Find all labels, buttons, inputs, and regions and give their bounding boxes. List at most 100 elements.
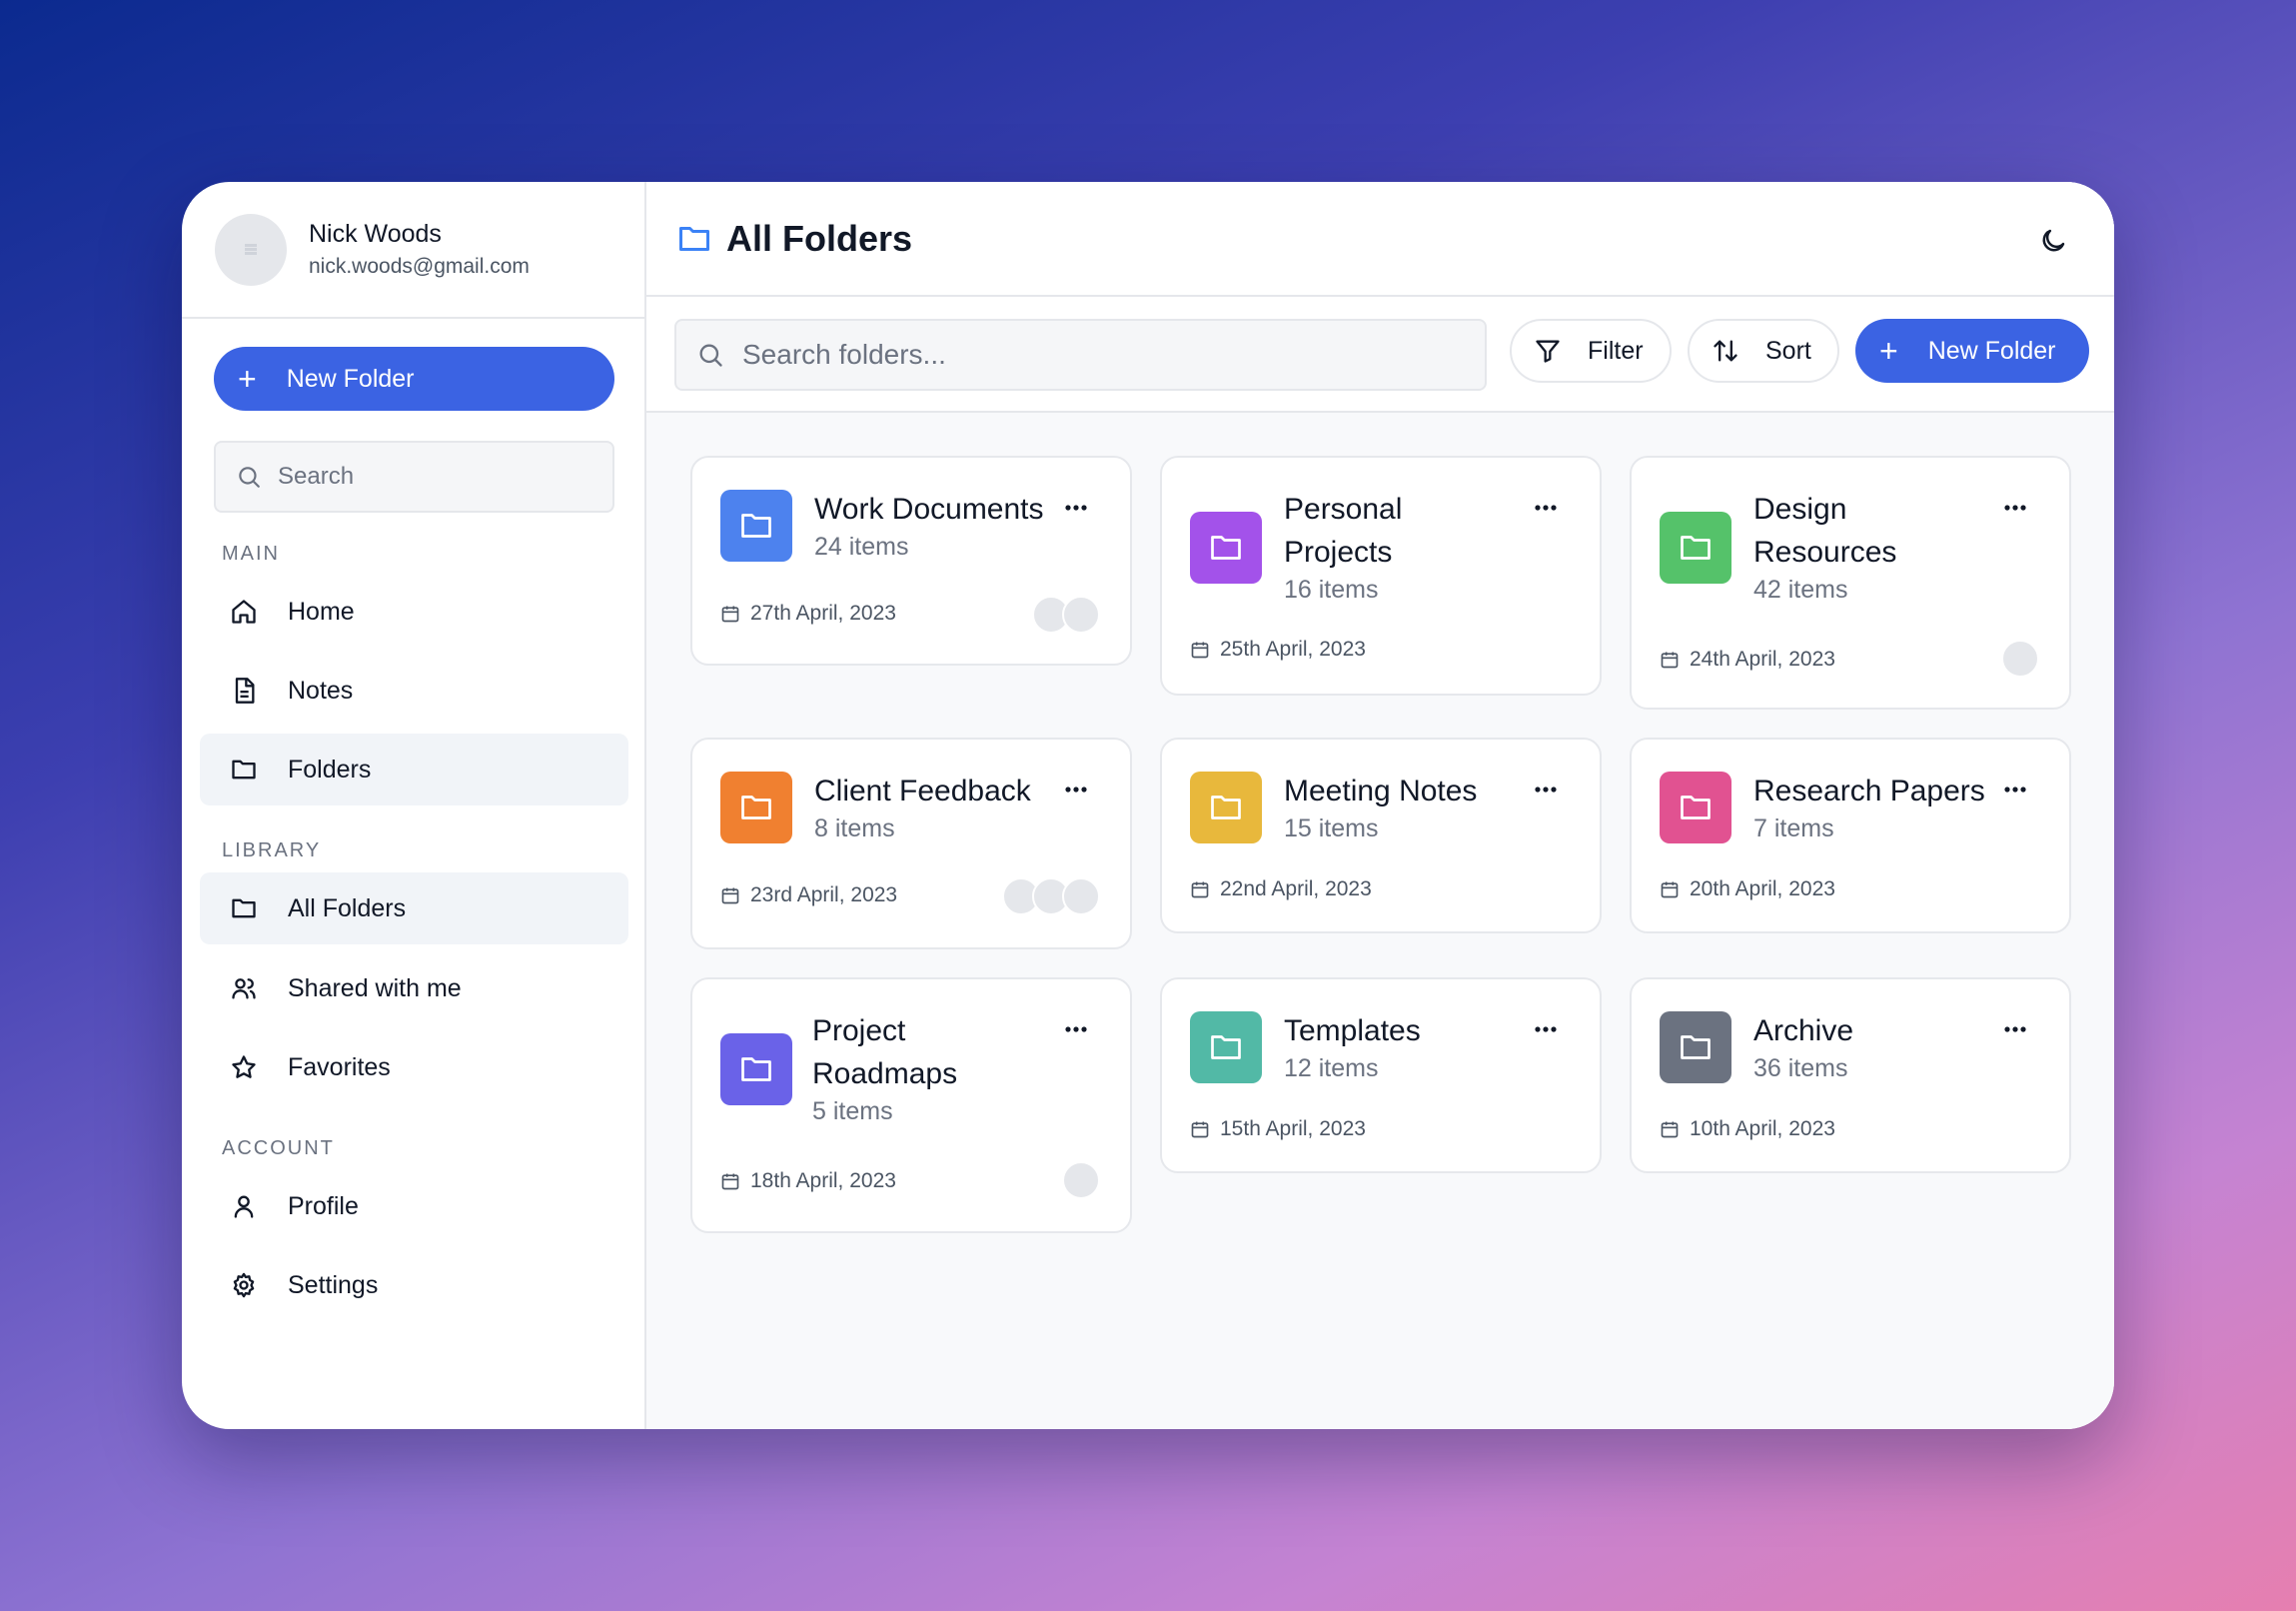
folder-card[interactable]: Templates 12 items 15th April, 2023 xyxy=(1160,977,1602,1173)
sort-button[interactable]: Sort xyxy=(1688,319,1839,383)
folder-card[interactable]: Project Roadmaps 5 items 18th April, 202… xyxy=(690,977,1132,1233)
shared-avatars xyxy=(2001,640,2039,678)
folder-name: Personal Projects xyxy=(1284,493,1403,569)
folder-date-text: 15th April, 2023 xyxy=(1220,1117,1366,1140)
more-options-icon[interactable] xyxy=(2003,504,2027,512)
main-content: All Folders Search folders... Filter Sor… xyxy=(646,182,2114,1429)
folder-date-text: 22nd April, 2023 xyxy=(1220,877,1372,900)
filter-label: Filter xyxy=(1588,336,1644,365)
folder-card[interactable]: Meeting Notes 15 items 22nd April, 2023 xyxy=(1160,738,1602,933)
folder-count: 15 items xyxy=(1284,814,1379,842)
new-folder-label: New Folder xyxy=(1927,336,2056,365)
folder-card[interactable]: Research Papers 7 items 20th April, 2023 xyxy=(1630,738,2071,933)
more-options-icon[interactable] xyxy=(1534,786,1558,794)
page-header: All Folders xyxy=(646,182,2114,297)
sidebar-item-label: Settings xyxy=(288,1270,379,1299)
avatar[interactable] xyxy=(215,213,287,286)
folder-date: 24th April, 2023 xyxy=(1660,648,1835,672)
calendar-icon xyxy=(1661,1121,1679,1138)
sidebar-new-folder-label: New Folder xyxy=(286,364,415,393)
avatar xyxy=(1062,596,1100,634)
folder-icon xyxy=(232,898,256,918)
sidebar-search-input[interactable]: Search xyxy=(214,441,614,513)
sidebar-item-label: Profile xyxy=(288,1191,359,1220)
calendar-icon xyxy=(721,606,739,623)
folder-date-text: 18th April, 2023 xyxy=(750,1169,896,1192)
folder-count: 8 items xyxy=(814,814,895,842)
folder-count: 7 items xyxy=(1753,814,1834,842)
filter-icon xyxy=(1536,340,1560,363)
sidebar-item-profile[interactable]: Profile xyxy=(200,1170,628,1242)
sidebar-item-label: Folders xyxy=(288,755,372,784)
avatar xyxy=(1062,1161,1100,1199)
page-title: All Folders xyxy=(726,217,913,259)
sidebar-item-settings[interactable]: Settings xyxy=(200,1249,628,1321)
user-profile[interactable]: Nick Woods nick.woods@gmail.com xyxy=(182,182,644,319)
shared-avatars xyxy=(1032,596,1100,634)
sidebar-item-all-folders[interactable]: All Folders xyxy=(200,872,628,944)
folder-icon xyxy=(1660,772,1731,843)
folder-card[interactable]: Personal Projects 16 items 25th April, 2… xyxy=(1160,456,1602,696)
shared-avatars xyxy=(1062,1161,1100,1199)
sidebar-item-shared[interactable]: Shared with me xyxy=(200,952,628,1024)
calendar-icon xyxy=(1191,1121,1209,1138)
folder-date: 25th April, 2023 xyxy=(1190,638,1366,662)
shared-avatars xyxy=(1002,877,1100,915)
sidebar: Nick Woods nick.woods@gmail.com + New Fo… xyxy=(182,182,646,1429)
calendar-icon xyxy=(721,1173,739,1190)
more-options-icon[interactable] xyxy=(1534,504,1558,512)
section-label-main: MAIN xyxy=(222,543,280,565)
folder-card[interactable]: Archive 36 items 10th April, 2023 xyxy=(1630,977,2071,1173)
folder-card[interactable]: Client Feedback 8 items 23rd April, 2023 xyxy=(690,738,1132,949)
folder-search-input[interactable]: Search folders... xyxy=(674,319,1487,391)
users-icon xyxy=(232,978,256,999)
moon-icon[interactable] xyxy=(2038,226,2068,256)
folder-icon xyxy=(1190,512,1262,584)
folder-card[interactable]: Design Resources 42 items 24th April, 20… xyxy=(1630,456,2071,710)
sidebar-item-home[interactable]: Home xyxy=(200,576,628,648)
star-icon xyxy=(232,1055,256,1078)
more-options-icon[interactable] xyxy=(2003,786,2027,794)
folder-date: 10th April, 2023 xyxy=(1660,1117,1835,1141)
sidebar-item-label: Home xyxy=(288,597,355,626)
more-options-icon[interactable] xyxy=(2003,1025,2027,1033)
toolbar: Search folders... Filter Sort + New Fold… xyxy=(646,297,2114,413)
sidebar-item-folders[interactable]: Folders xyxy=(200,734,628,806)
calendar-icon xyxy=(1191,642,1209,659)
folder-card[interactable]: Work Documents 24 items 27th April, 2023 xyxy=(690,456,1132,666)
folder-name: Work Documents xyxy=(814,493,1044,526)
app-window: Nick Woods nick.woods@gmail.com + New Fo… xyxy=(182,182,2114,1429)
folder-icon xyxy=(679,226,709,251)
sidebar-item-notes[interactable]: Notes xyxy=(200,655,628,727)
calendar-icon xyxy=(1661,652,1679,669)
plus-icon: + xyxy=(1879,333,1898,369)
new-folder-button[interactable]: + New Folder xyxy=(1855,319,2089,383)
folder-count: 42 items xyxy=(1753,576,1848,604)
filter-button[interactable]: Filter xyxy=(1510,319,1672,383)
more-options-icon[interactable] xyxy=(1534,1025,1558,1033)
folder-date-text: 25th April, 2023 xyxy=(1220,638,1366,661)
more-options-icon[interactable] xyxy=(1064,1025,1088,1033)
sidebar-search-placeholder: Search xyxy=(278,463,355,490)
avatar xyxy=(2001,640,2039,678)
user-email: nick.woods@gmail.com xyxy=(309,255,530,278)
sidebar-item-favorites[interactable]: Favorites xyxy=(200,1031,628,1103)
search-icon xyxy=(239,467,260,488)
folder-date-text: 23rd April, 2023 xyxy=(750,883,898,906)
calendar-icon xyxy=(1661,881,1679,898)
section-label-account: ACCOUNT xyxy=(222,1137,335,1159)
folder-icon xyxy=(720,772,792,843)
home-icon xyxy=(232,600,256,624)
sidebar-new-folder-button[interactable]: + New Folder xyxy=(214,347,614,411)
folder-icon xyxy=(720,1033,792,1105)
folder-name: Templates xyxy=(1284,1014,1421,1047)
folder-count: 16 items xyxy=(1284,576,1379,604)
folder-name: Design Resources xyxy=(1753,493,1897,569)
gear-icon xyxy=(233,1272,255,1298)
calendar-icon xyxy=(1191,881,1209,898)
user-icon xyxy=(234,1195,254,1218)
folder-search-placeholder: Search folders... xyxy=(742,339,946,370)
more-options-icon[interactable] xyxy=(1064,786,1088,794)
more-options-icon[interactable] xyxy=(1064,504,1088,512)
folder-icon xyxy=(1190,1011,1262,1083)
